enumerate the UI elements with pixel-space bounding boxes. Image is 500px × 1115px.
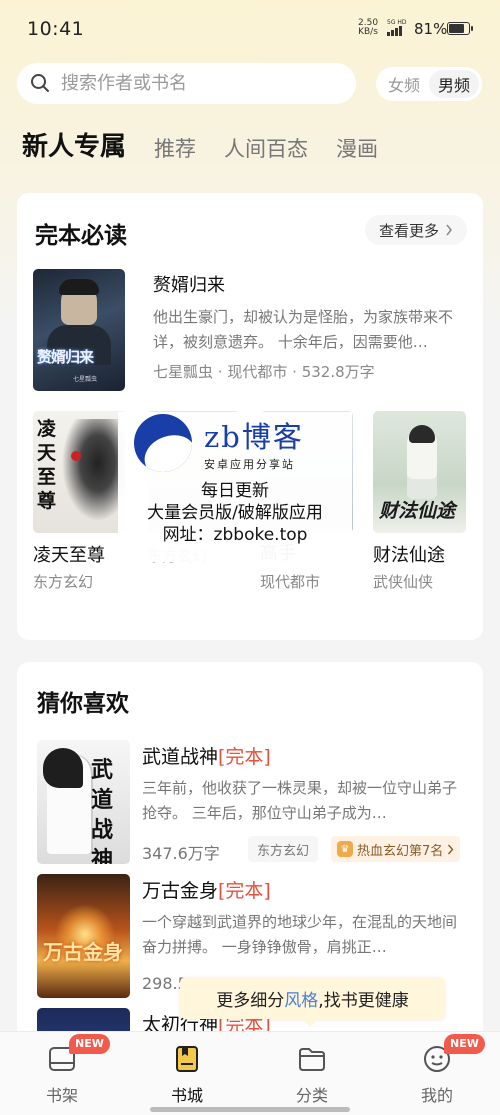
nav-bookstore[interactable]: 书城 xyxy=(147,1044,227,1106)
watermark-line: 网址：zbboke.top xyxy=(162,525,308,545)
book-category: 现代都市 xyxy=(227,363,288,381)
gender-toggle[interactable]: 女频 男频 xyxy=(376,67,482,101)
book-title[interactable]: 赘婿归来 xyxy=(153,271,225,297)
category-chip[interactable]: 东方玄幻 xyxy=(248,836,319,862)
home-indicator xyxy=(150,1107,350,1112)
new-badge: NEW xyxy=(444,1034,485,1054)
completed-tag: [完本] xyxy=(218,746,271,768)
book-category: 东方玄幻 xyxy=(33,573,94,591)
book-description: 一个穿越到武道界的地球少年，在混乱的天地间奋力拼搏。 一身铮铮傲骨，肩挑正… xyxy=(142,913,458,956)
tab-life-stories[interactable]: 人间百态 xyxy=(224,134,308,164)
status-bar: 10:41 2.50 KB/s 5G HD 81% xyxy=(0,0,500,58)
gender-female-option[interactable]: 女频 xyxy=(379,70,429,98)
completed-tag: [完本] xyxy=(218,880,271,902)
network-speed: 2.50 KB/s xyxy=(358,18,379,37)
trophy-icon: ♛ xyxy=(337,841,353,857)
gender-male-option[interactable]: 男频 xyxy=(429,70,479,98)
bookshelf-icon: NEW xyxy=(47,1034,110,1074)
book-description: 三年前，他收获了一株灵果，却被一位守山弟子抢夺。 三年后，那位守山弟子成为… xyxy=(142,779,458,822)
book-cover[interactable]: 武道战神 xyxy=(37,740,130,864)
tab-new-user[interactable]: 新人专属 xyxy=(22,130,126,164)
featured-book[interactable]: 赘婿归来 七星瓢虫 赘婿归来 他出生豪门，却被认为是怪胎，为家族带来不详，被刻意… xyxy=(33,269,468,391)
tab-comics[interactable]: 漫画 xyxy=(336,134,378,164)
nav-category[interactable]: 分类 xyxy=(272,1044,352,1106)
section-title-must-read: 完本必读 xyxy=(35,223,127,249)
book-words: 347.6万字 xyxy=(142,844,220,863)
see-more-label: 查看更多 xyxy=(378,221,439,240)
watermark-logo-icon xyxy=(134,414,192,472)
book-title[interactable]: 武道战神[完本] xyxy=(142,742,271,769)
nav-bookshelf[interactable]: NEW 书架 xyxy=(22,1034,110,1106)
watermark-subtitle: 安卓应用分享站 xyxy=(204,458,295,471)
bottom-nav: NEW 书架 书城 分类 NEW 我的 xyxy=(0,1031,500,1115)
folder-icon xyxy=(297,1044,327,1074)
book-title[interactable]: 财法仙途 xyxy=(373,541,467,567)
section-title-guess: 猜你喜欢 xyxy=(37,691,129,717)
bookstore-icon xyxy=(172,1044,202,1074)
book-category: 武侠仙侠 xyxy=(373,573,434,591)
channel-tabs: 新人专属 推荐 人间百态 漫画 xyxy=(22,130,406,164)
book-words: 532.8万字 xyxy=(301,363,375,381)
grid-book[interactable]: 凌天至尊 凌天至尊 东方玄幻 xyxy=(33,411,127,592)
recommended-book[interactable]: 武道战神 武道战神[完本] 三年前，他收获了一株灵果，却被一位守山弟子抢夺。 三… xyxy=(37,740,467,864)
book-meta: 七星瓢虫 · 现代都市 · 532.8万字 xyxy=(153,363,375,381)
watermark-brand: zb博客 xyxy=(204,420,304,454)
book-cover[interactable]: 赘婿归来 七星瓢虫 xyxy=(33,269,125,391)
book-description: 他出生豪门，却被认为是怪胎，为家族带来不详，被刻意遗弃。 十余年后，因需要他… xyxy=(153,308,454,351)
style-tooltip[interactable]: 更多细分 风格 ,找书更健康 xyxy=(180,977,445,1027)
book-cover[interactable]: 万古金身 xyxy=(37,874,130,998)
watermark-overlay: zb博客 安卓应用分享站 每日更新 大量会员版/破解版应用 网址：zbboke.… xyxy=(118,412,352,562)
chevron-right-icon xyxy=(448,844,454,854)
see-more-button[interactable]: 查看更多 xyxy=(364,215,467,245)
book-cover[interactable]: 财法仙途 xyxy=(373,411,466,533)
profile-face-icon: NEW xyxy=(422,1034,485,1074)
grid-book[interactable]: 财法仙途 财法仙途 武侠仙侠 xyxy=(373,411,467,592)
book-title[interactable]: 万古金身[完本] xyxy=(142,876,271,903)
book-title[interactable]: 凌天至尊 xyxy=(33,541,127,567)
search-bar[interactable] xyxy=(17,63,356,104)
nav-profile[interactable]: NEW 我的 xyxy=(397,1034,485,1106)
signal-icon: 5G HD xyxy=(387,19,409,36)
book-author: 七星瓢虫 xyxy=(153,363,214,381)
rank-badge[interactable]: ♛ 热血玄幻第7名 xyxy=(331,836,461,862)
new-badge: NEW xyxy=(69,1034,110,1054)
search-icon xyxy=(31,74,49,92)
battery-icon xyxy=(447,22,473,35)
chevron-right-icon xyxy=(446,224,452,236)
book-category: 现代都市 xyxy=(260,573,321,591)
search-input[interactable] xyxy=(61,63,341,104)
tab-recommend[interactable]: 推荐 xyxy=(154,134,196,164)
battery-percent: 81% xyxy=(414,20,448,38)
book-cover[interactable]: 凌天至尊 xyxy=(33,411,126,533)
status-time: 10:41 xyxy=(27,18,85,40)
